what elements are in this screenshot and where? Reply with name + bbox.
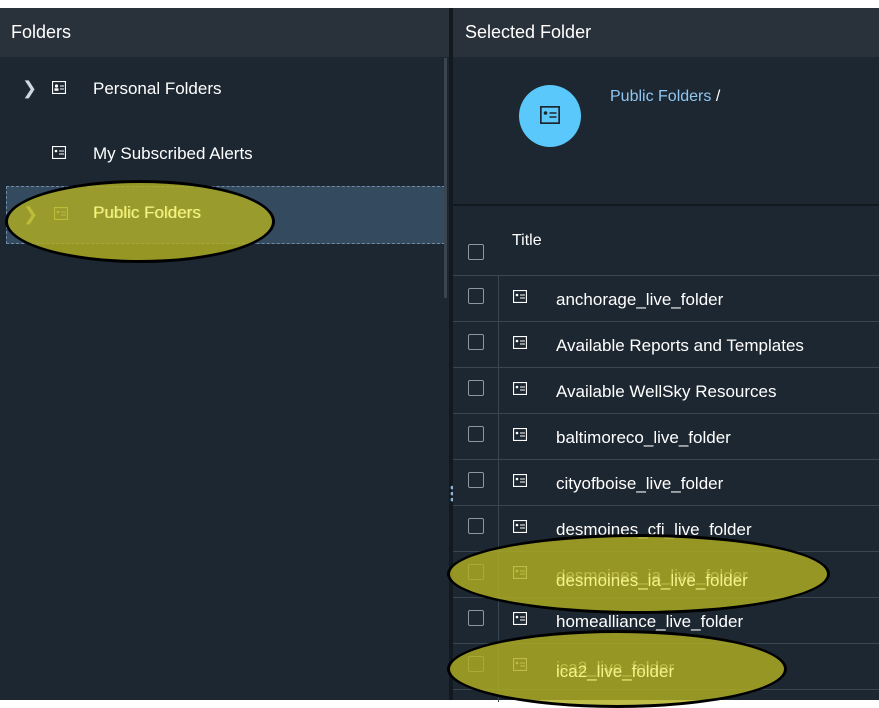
row-checkbox[interactable]	[468, 610, 484, 626]
folder-icon	[513, 612, 527, 625]
column-header-title[interactable]: Title	[512, 232, 542, 250]
splitter-grip-icon[interactable]: •••	[450, 480, 455, 506]
select-all-checkbox[interactable]	[468, 244, 484, 260]
row-title[interactable]: Available Reports and Templates	[556, 336, 804, 356]
tree-item-label: Personal Folders	[93, 79, 222, 98]
row-checkbox[interactable]	[468, 380, 484, 396]
contact-folder-icon	[52, 81, 66, 94]
breadcrumb-link-public-folders[interactable]: Public Folders	[610, 88, 711, 105]
selected-folder-header: Selected Folder	[453, 8, 879, 57]
folder-icon	[540, 106, 560, 124]
tree-item-label: My Subscribed Alerts	[93, 144, 253, 163]
folders-header: Folders	[0, 8, 449, 57]
breadcrumb: Public Folders /	[453, 57, 879, 201]
folder-icon	[513, 474, 527, 487]
app-window: Folders ❯ Personal Folders My Subscribed…	[0, 8, 879, 708]
row-checkbox[interactable]	[468, 518, 484, 534]
breadcrumb-path: Public Folders /	[610, 88, 720, 106]
highlight-label-public-folders: Public Folders	[93, 203, 201, 222]
folder-icon	[513, 290, 527, 303]
table-row[interactable]: Available Reports and Templates	[453, 322, 879, 368]
row-checkbox[interactable]	[468, 472, 484, 488]
folder-avatar	[519, 85, 581, 147]
row-checkbox[interactable]	[468, 426, 484, 442]
folder-icon	[52, 146, 66, 159]
row-title[interactable]: baltimoreco_live_folder	[556, 428, 731, 448]
highlight-label-desmoines-ia: desmoines_ia_live_folder	[556, 571, 748, 590]
row-checkbox[interactable]	[468, 334, 484, 350]
table-row[interactable]: anchorage_live_folder	[453, 276, 879, 322]
chevron-right-icon[interactable]: ❯	[22, 78, 37, 99]
folder-icon	[513, 428, 527, 441]
folder-icon	[513, 520, 527, 533]
row-title[interactable]: Available WellSky Resources	[556, 382, 776, 402]
table-header: Title	[453, 206, 879, 276]
tree-item-my-subscribed-alerts[interactable]: My Subscribed Alerts	[0, 133, 447, 173]
breadcrumb-separator: /	[715, 88, 721, 105]
folder-icon	[513, 382, 527, 395]
row-title[interactable]: cityofboise_live_folder	[556, 474, 723, 494]
highlight-label-ica2: ica2_live_folder	[556, 662, 675, 681]
row-checkbox[interactable]	[468, 288, 484, 304]
folders-panel: Folders ❯ Personal Folders My Subscribed…	[0, 8, 449, 700]
table-row[interactable]: Available WellSky Resources	[453, 368, 879, 414]
tree-item-personal-folders[interactable]: ❯ Personal Folders	[0, 68, 447, 108]
folder-icon	[513, 336, 527, 349]
scrollbar-thumb[interactable]	[444, 58, 447, 298]
table-row[interactable]: cityofboise_live_folder	[453, 460, 879, 506]
table-row[interactable]: baltimoreco_live_folder	[453, 414, 879, 460]
row-title[interactable]: anchorage_live_folder	[556, 290, 723, 310]
folder-table: Title anchorage_live_folder Available Rep…	[453, 204, 879, 702]
row-title[interactable]: homealliance_live_folder	[556, 612, 743, 632]
